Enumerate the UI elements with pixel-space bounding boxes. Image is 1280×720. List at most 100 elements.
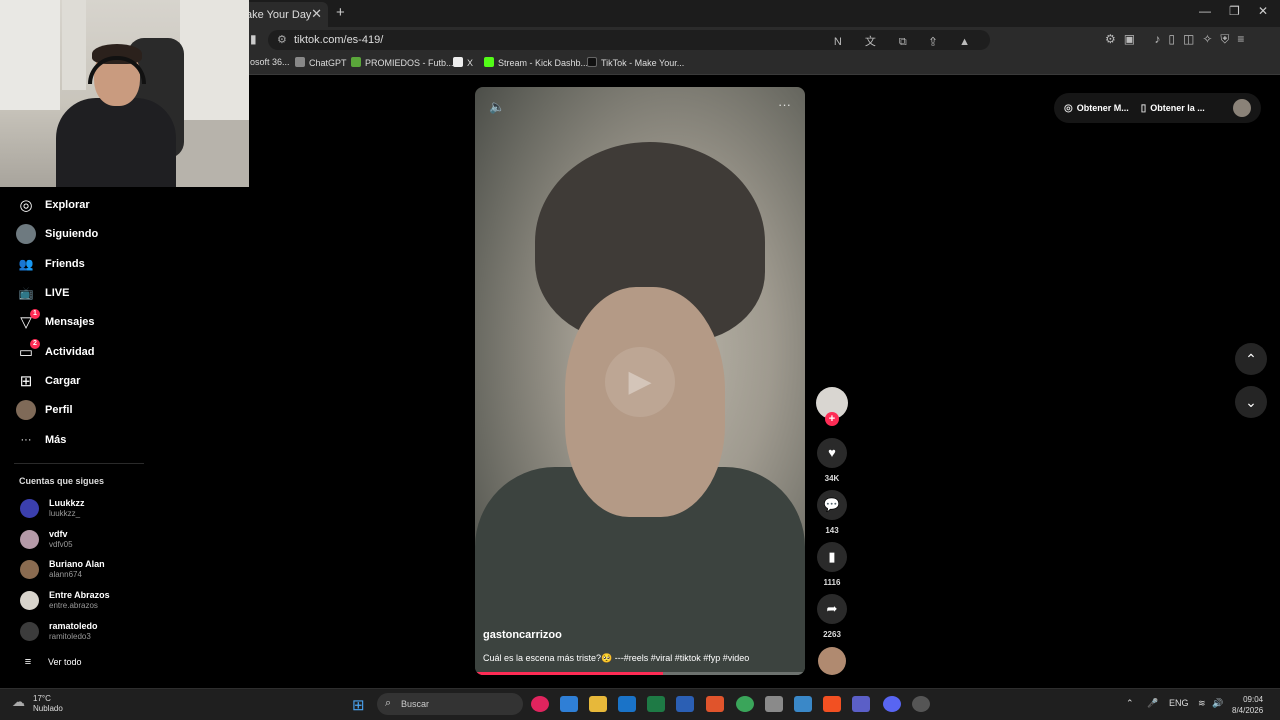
next-video-button[interactable]: ⌄ — [1235, 386, 1267, 418]
url-text: tiktok.com/es-419/ — [294, 34, 384, 46]
sidebar-item-mensajes[interactable]: ▽ 1 Mensajes — [14, 309, 214, 335]
windows-taskbar: ☁ 17°C Nublado ⊞ ⌕ Buscar ⌃ 🎤 ENG ≋ 🔊 09… — [0, 688, 1280, 720]
bookmark-icon: ▮ — [828, 549, 836, 564]
url-tools-icon[interactable]: N 文 ⧉ ⇪ ▲ — [834, 33, 980, 49]
sidebar-item-siguiendo[interactable]: Siguiendo — [14, 221, 214, 247]
bookmark-item[interactable]: TikTok - Make Your... — [587, 57, 684, 68]
compass-icon: ◎ — [19, 197, 33, 214]
bookmark-item[interactable]: X — [453, 57, 473, 68]
url-field[interactable]: ⚙ tiktok.com/es-419/ N 文 ⧉ ⇪ ▲ — [268, 30, 990, 50]
site-info-icon[interactable]: ⚙ — [277, 33, 287, 46]
get-app-button[interactable]: ▯ Obtener la ... — [1141, 103, 1205, 114]
bookmark-item[interactable]: PROMIEDOS - Futb... — [351, 57, 454, 68]
chrome-icon[interactable] — [736, 696, 754, 712]
sidebar-item-cargar[interactable]: ⊞ Cargar — [14, 368, 214, 394]
excel-icon[interactable] — [647, 696, 665, 712]
avatar — [20, 622, 39, 641]
sidebar-item-live[interactable]: 📺 LIVE — [14, 280, 214, 306]
sidebar-item-mas[interactable]: ··· Más — [14, 427, 214, 453]
store-icon[interactable] — [823, 696, 841, 712]
language-indicator[interactable]: ENG — [1169, 698, 1189, 708]
taskbar-clock[interactable]: 09:04 8/4/2026 — [1232, 694, 1263, 716]
webcam-window-light — [62, 0, 86, 90]
followed-account[interactable]: Luukkzz luukkzz_ — [20, 496, 220, 524]
teams-icon[interactable] — [852, 696, 870, 712]
cloud-icon: ☁ — [12, 694, 25, 709]
close-window-button[interactable]: ✕ — [1258, 4, 1268, 18]
list-icon: ≡ — [24, 656, 32, 668]
profile-avatar-icon — [16, 400, 36, 420]
bookmark-item[interactable]: Stream - Kick Dashb... — [484, 57, 588, 68]
play-icon[interactable]: ▶ — [605, 347, 675, 417]
followed-account[interactable]: vdfv vdfv05 — [20, 527, 220, 555]
sound-disc-avatar[interactable] — [818, 647, 846, 675]
maximize-button[interactable]: ❐ — [1229, 4, 1240, 18]
x-icon — [453, 57, 463, 67]
follow-plus-icon[interactable]: + — [825, 412, 839, 426]
bookmark-item[interactable]: ChatGPT — [295, 57, 347, 68]
phone-icon: ▯ — [1140, 102, 1147, 114]
microphone-icon[interactable]: 🎤 — [1147, 698, 1158, 709]
word-icon[interactable] — [676, 696, 694, 712]
messages-badge: 1 — [30, 309, 40, 319]
followed-account[interactable]: Buriano Alan alann674 — [20, 557, 220, 585]
sidebar-item-perfil[interactable]: Perfil — [14, 397, 214, 423]
app-icon[interactable] — [912, 696, 930, 712]
brave-icon[interactable] — [706, 696, 724, 712]
vscode-icon[interactable] — [560, 696, 578, 712]
search-icon: ⌕ — [385, 697, 392, 709]
chatgpt-icon — [295, 57, 305, 67]
avatar — [20, 560, 39, 579]
save-button[interactable]: ▮ — [817, 542, 847, 572]
sidebar-item-actividad[interactable]: ▭ 2 Actividad — [14, 339, 214, 365]
more-options-icon[interactable]: ··· — [778, 97, 791, 112]
user-avatar[interactable] — [1233, 99, 1251, 117]
media-app-icon[interactable] — [531, 696, 549, 712]
share-button[interactable]: ➦ — [817, 594, 847, 624]
followed-account[interactable]: ramatoledo ramitoledo3 — [20, 619, 220, 647]
wifi-icon[interactable]: ≋ — [1198, 698, 1206, 709]
tab-title: ake Your Day — [246, 9, 312, 21]
video-caption: Cuál es la escena más triste?🥺 ---#reels… — [483, 653, 750, 663]
volume-icon[interactable]: 🔊 — [1212, 698, 1223, 709]
sidebar-item-friends[interactable]: 👥 Friends — [14, 251, 214, 277]
file-explorer-icon[interactable] — [589, 696, 607, 712]
volume-icon[interactable]: 🔈 — [489, 99, 505, 115]
upload-plus-icon: ⊞ — [19, 373, 33, 390]
get-coins-button[interactable]: ◎ Obtener M... — [1064, 103, 1129, 114]
app-icon[interactable] — [794, 696, 812, 712]
webcam-window-light — [0, 0, 60, 110]
new-tab-button[interactable]: + — [336, 4, 345, 21]
discord-icon[interactable] — [883, 696, 901, 712]
sidebar-item-explorar[interactable]: ◎ Explorar — [14, 192, 214, 218]
folder-icon[interactable] — [765, 696, 783, 712]
windows-start-icon[interactable]: ⊞ — [352, 696, 365, 714]
friends-icon: 👥 — [18, 257, 34, 271]
taskbar-search[interactable]: ⌕ Buscar — [377, 693, 523, 715]
weather-widget[interactable]: ☁ 17°C Nublado — [12, 694, 63, 714]
extensions-icon[interactable]: ⚙▣ ♪▯◫✧⛨≡ — [1105, 32, 1252, 47]
see-all-button[interactable]: ≡ Ver todo — [20, 656, 82, 668]
bookmark-item[interactable]: osoft 36... — [250, 57, 290, 67]
following-avatar-icon — [16, 224, 36, 244]
chevron-up-icon: ⌃ — [1245, 351, 1257, 367]
tab-close-icon[interactable]: ✕ — [311, 6, 322, 22]
coin-icon: ◎ — [1064, 102, 1073, 114]
top-right-actions: ◎ Obtener M... ▯ Obtener la ... — [1054, 93, 1261, 123]
comment-icon: 💬 — [823, 497, 841, 512]
bookmark-icon[interactable]: ▮ — [250, 32, 257, 46]
tab-tiktok[interactable]: ake Your Day ✕ — [240, 2, 328, 27]
webcam-overlay — [0, 0, 249, 187]
webcam-person-body — [56, 98, 176, 187]
like-button[interactable]: ♥ — [817, 438, 847, 468]
comment-button[interactable]: 💬 — [817, 490, 847, 520]
share-count: 2263 — [823, 630, 841, 639]
followed-account[interactable]: Entre Abrazos entre.abrazos — [20, 588, 220, 616]
tray-expand-icon[interactable]: ⌃ — [1126, 698, 1134, 709]
minimize-button[interactable]: — — [1199, 4, 1211, 18]
video-progress-bar[interactable] — [475, 672, 805, 675]
video-player[interactable]: ▶ 🔈 ··· gastoncarrizoo Cuál es la escena… — [475, 87, 805, 675]
previous-video-button[interactable]: ⌃ — [1235, 343, 1267, 375]
outlook-icon[interactable] — [618, 696, 636, 712]
video-author[interactable]: gastoncarrizoo — [483, 629, 562, 641]
